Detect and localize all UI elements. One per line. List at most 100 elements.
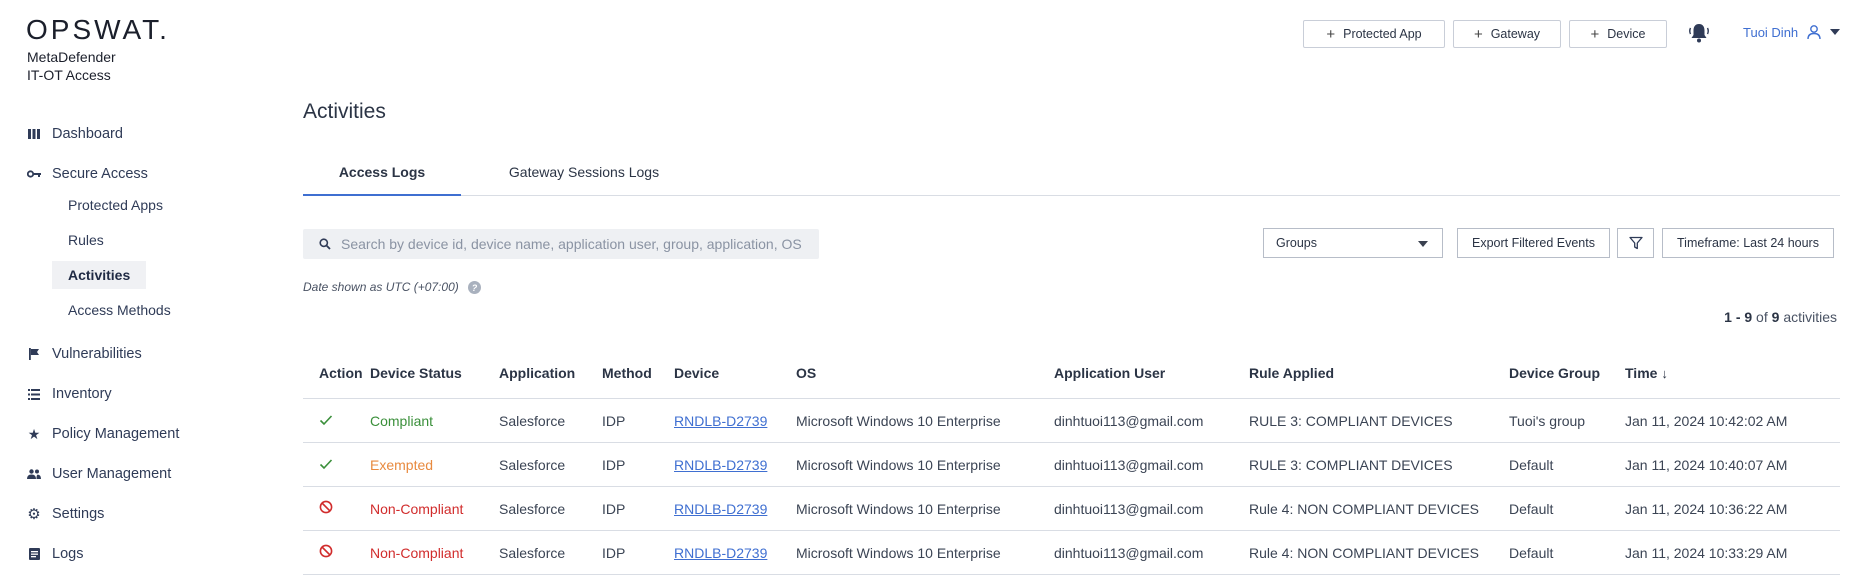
nav-activities[interactable]: Activities: [52, 261, 147, 289]
col-os-label: OS: [796, 365, 817, 381]
sidebar: OPSWAT. MetaDefender IT-OT Access Dashbo…: [0, 0, 230, 580]
add-device-button[interactable]: + Device: [1569, 20, 1667, 48]
col-device-group-label: Device Group: [1509, 365, 1601, 381]
os-cell: Microsoft Windows 10 Enterprise: [796, 442, 1054, 487]
nav-rules[interactable]: Rules: [52, 226, 120, 254]
page-title: Activities: [303, 100, 386, 123]
nav-secure-access-label: Secure Access: [52, 166, 148, 182]
blocked-icon: [319, 500, 333, 517]
nav-vulnerabilities[interactable]: Vulnerabilities: [0, 340, 142, 368]
col-application-user-label: Application User: [1054, 365, 1166, 381]
nav-user-management-label: User Management: [52, 466, 172, 482]
nav-logs[interactable]: Logs: [0, 540, 83, 568]
device-status-cell: Exempted: [370, 442, 499, 487]
application-cell: Salesforce: [499, 486, 602, 531]
sort-descending-icon[interactable]: ↓: [1661, 366, 1668, 381]
blocked-icon: [319, 544, 333, 561]
notification-bell-icon[interactable]: [1686, 20, 1712, 46]
col-method[interactable]: Method: [602, 348, 674, 399]
col-time-label: Time: [1625, 365, 1658, 381]
rule-applied-cell: Rule 4: NON COMPLIANT DEVICES: [1249, 486, 1509, 531]
method-cell: IDP: [602, 486, 674, 531]
nav-vulnerabilities-label: Vulnerabilities: [52, 346, 142, 362]
nav-policy-management[interactable]: ★ Policy Management: [0, 420, 180, 448]
activities-table: Action Device Status Application Method …: [303, 348, 1840, 575]
result-of: of: [1756, 309, 1768, 325]
table-row[interactable]: Compliant Salesforce IDP RNDLB-D2739 Mic…: [303, 398, 1840, 443]
device-link[interactable]: RNDLB-D2739: [674, 501, 767, 517]
col-device-group[interactable]: Device Group: [1509, 348, 1625, 399]
tab-access-logs[interactable]: Access Logs: [303, 150, 461, 196]
timezone-note-text: Date shown as UTC (+07:00): [303, 280, 459, 294]
table-row[interactable]: Non-Compliant Salesforce IDP RNDLB-D2739…: [303, 530, 1840, 575]
search-box: [303, 229, 819, 259]
application-user-cell: dinhtuoi113@gmail.com: [1054, 486, 1249, 531]
os-cell: Microsoft Windows 10 Enterprise: [796, 486, 1054, 531]
add-protected-app-label: Protected App: [1343, 27, 1422, 41]
user-icon: [1806, 24, 1822, 40]
device-status-cell: Non-Compliant: [370, 530, 499, 575]
col-method-label: Method: [602, 365, 652, 381]
nav-dashboard[interactable]: Dashboard: [0, 120, 123, 148]
action-cell: [303, 442, 370, 487]
timeframe-button[interactable]: Timeframe: Last 24 hours: [1662, 228, 1834, 258]
device-status-cell: Compliant: [370, 398, 499, 443]
table-row[interactable]: Exempted Salesforce IDP RNDLB-D2739 Micr…: [303, 442, 1840, 487]
add-gateway-label: Gateway: [1490, 27, 1541, 41]
nav-inventory[interactable]: Inventory: [0, 380, 112, 408]
device-link[interactable]: RNDLB-D2739: [674, 545, 767, 561]
col-application[interactable]: Application: [499, 348, 602, 399]
table-row[interactable]: Non-Compliant Salesforce IDP RNDLB-D2739…: [303, 486, 1840, 531]
add-protected-app-button[interactable]: + Protected App: [1303, 20, 1445, 48]
nav-policy-management-label: Policy Management: [52, 426, 180, 442]
col-device[interactable]: Device: [674, 348, 796, 399]
device-group-cell: Default: [1509, 486, 1625, 531]
time-cell: Jan 11, 2024 10:33:29 AM: [1625, 530, 1840, 575]
plus-icon: +: [1590, 25, 1600, 43]
nav-logs-label: Logs: [52, 546, 84, 562]
rule-applied-cell: Rule 4: NON COMPLIANT DEVICES: [1249, 530, 1509, 575]
groups-select[interactable]: Groups: [1263, 228, 1443, 258]
device-group-cell: Default: [1509, 530, 1625, 575]
add-gateway-button[interactable]: + Gateway: [1453, 20, 1561, 48]
nav-settings[interactable]: ⚙ Settings: [0, 500, 104, 528]
help-icon[interactable]: ?: [467, 280, 481, 294]
filter-button[interactable]: [1617, 228, 1654, 258]
device-cell: RNDLB-D2739: [674, 442, 796, 487]
plus-icon: +: [1326, 25, 1336, 43]
col-action-label: Action: [319, 365, 363, 381]
col-action[interactable]: Action: [303, 348, 370, 399]
export-filtered-events-button[interactable]: Export Filtered Events: [1457, 228, 1610, 258]
application-cell: Salesforce: [499, 530, 602, 575]
table-header-row: Action Device Status Application Method …: [303, 348, 1840, 399]
col-rule-applied[interactable]: Rule Applied: [1249, 348, 1509, 399]
star-icon: ★: [27, 425, 41, 442]
application-cell: Salesforce: [499, 442, 602, 487]
user-name: Tuoi Dinh: [1743, 24, 1799, 40]
device-link[interactable]: RNDLB-D2739: [674, 457, 767, 473]
nav-dashboard-label: Dashboard: [52, 126, 123, 142]
nav-protected-apps[interactable]: Protected Apps: [52, 191, 179, 219]
search-input[interactable]: [339, 235, 813, 253]
filter-icon: [1628, 236, 1643, 250]
device-cell: RNDLB-D2739: [674, 398, 796, 443]
col-time[interactable]: Time ↓: [1625, 348, 1840, 399]
nav-access-methods[interactable]: Access Methods: [52, 296, 187, 324]
nav-secure-access[interactable]: Secure Access: [0, 160, 148, 188]
method-cell: IDP: [602, 442, 674, 487]
col-os[interactable]: OS: [796, 348, 1054, 399]
time-cell: Jan 11, 2024 10:40:07 AM: [1625, 442, 1840, 487]
col-device-status[interactable]: Device Status: [370, 348, 499, 399]
product-line1: MetaDefender: [27, 49, 116, 65]
add-device-label: Device: [1607, 27, 1646, 41]
device-link[interactable]: RNDLB-D2739: [674, 413, 767, 429]
device-cell: RNDLB-D2739: [674, 486, 796, 531]
result-suffix: activities: [1783, 309, 1837, 325]
nav-user-management[interactable]: User Management: [0, 460, 171, 488]
col-device-status-label: Device Status: [370, 365, 462, 381]
opswat-logo: OPSWAT.: [26, 14, 170, 45]
tab-gateway-sessions-logs[interactable]: Gateway Sessions Logs: [473, 150, 695, 194]
col-application-user[interactable]: Application User: [1054, 348, 1249, 399]
time-cell: Jan 11, 2024 10:36:22 AM: [1625, 486, 1840, 531]
user-menu[interactable]: Tuoi Dinh: [1743, 24, 1841, 40]
